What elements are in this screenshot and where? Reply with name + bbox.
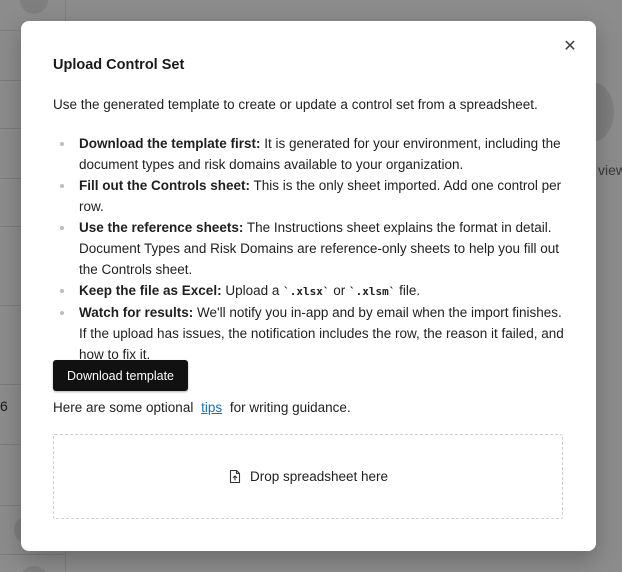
- spreadsheet-dropzone[interactable]: Drop spreadsheet here: [53, 434, 563, 519]
- step-text: or: [329, 283, 349, 298]
- tips-text: for writing guidance.: [229, 400, 351, 415]
- upload-control-set-dialog: ✕ Upload Control Set Use the generated t…: [21, 21, 596, 551]
- close-icon: ✕: [563, 38, 577, 55]
- download-template-button[interactable]: Download template: [53, 360, 188, 391]
- close-button[interactable]: ✕: [560, 37, 580, 57]
- step-lead: Use the reference sheets:: [79, 220, 244, 235]
- file-extension-code: `.xlsm`: [348, 285, 396, 298]
- step-lead: Watch for results:: [79, 305, 194, 320]
- step-lead: Fill out the Controls sheet:: [79, 178, 250, 193]
- file-upload-icon: [229, 469, 241, 484]
- step-lead: Download the template first:: [79, 136, 261, 151]
- dropzone-label: Drop spreadsheet here: [249, 469, 389, 484]
- step-lead: Keep the file as Excel:: [79, 283, 222, 298]
- step-text: file.: [395, 283, 421, 298]
- tips-link[interactable]: tips: [201, 400, 222, 415]
- tips-text: Here are some optional: [53, 400, 194, 415]
- step-text: Upload a: [221, 283, 284, 298]
- tips-line: Here are some optional tips for writing …: [53, 399, 351, 417]
- instruction-list: Download the template first: It is gener…: [53, 133, 573, 365]
- dialog-title: Upload Control Set: [53, 57, 185, 73]
- list-item: Watch for results: We'll notify you in-a…: [53, 302, 573, 365]
- list-item: Keep the file as Excel: Upload a `.xlsx`…: [53, 280, 573, 302]
- list-item: Use the reference sheets: The Instructio…: [53, 217, 573, 280]
- file-extension-code: `.xlsx`: [283, 285, 330, 298]
- list-item: Download the template first: It is gener…: [53, 133, 573, 175]
- list-item: Fill out the Controls sheet: This is the…: [53, 175, 573, 217]
- dialog-intro: Use the generated template to create or …: [53, 97, 538, 112]
